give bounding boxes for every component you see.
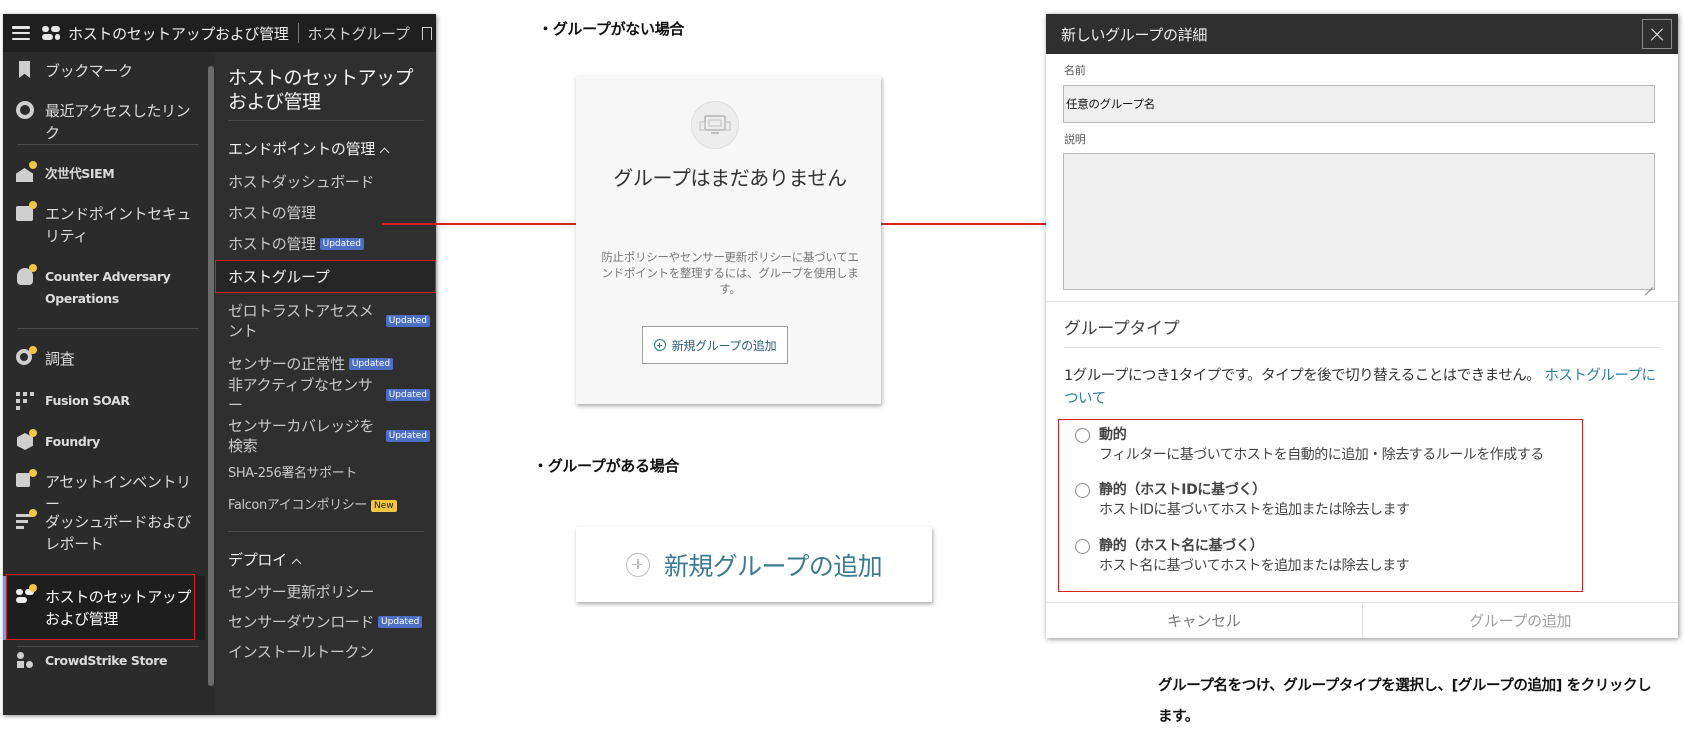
has-group-heading: ・グループがある場合: [533, 457, 680, 475]
nav-item-host-setup[interactable]: ホストのセットアップおよび管理: [3, 576, 205, 640]
host-setup-icon: [42, 25, 60, 41]
updated-badge: Updated: [348, 358, 394, 370]
group-deploy[interactable]: デプロイ: [228, 549, 302, 570]
endpoint-security-icon: [15, 201, 37, 223]
foundry-icon: [15, 429, 37, 451]
name-label: 名前: [1064, 64, 1086, 77]
nav-item-siem[interactable]: 次世代SIEM: [3, 161, 205, 185]
dialog-header: 新しいグループの詳細: [1046, 14, 1678, 54]
add-group-button[interactable]: 新規グループの追加: [642, 326, 788, 364]
flow-arrow-1: [382, 223, 576, 225]
group-endpoint-management[interactable]: エンドポイントの管理: [228, 138, 390, 159]
console-topbar: ホストのセットアップおよび管理 ホストグループ: [3, 14, 436, 52]
menu-icon[interactable]: [12, 26, 30, 40]
history-icon: [15, 100, 35, 120]
description-label: 説明: [1064, 133, 1086, 146]
group-type-description: 1グループにつき1タイプです。タイプを後で切り替えることはできません。 ホストグ…: [1064, 368, 1656, 407]
siem-icon: [15, 161, 37, 183]
nav-item-endpoint-security[interactable]: エンドポイントセキュリティ: [3, 201, 205, 247]
nav-item-foundry[interactable]: Foundry: [3, 429, 205, 453]
chevron-up-icon: [291, 558, 302, 569]
nav-host-dashboard[interactable]: ホストダッシュボード: [215, 170, 436, 194]
investigate-icon: [15, 346, 37, 368]
nav-item-store[interactable]: CrowdStrike Store: [3, 650, 205, 672]
nav-host-groups[interactable]: ホストグループ: [215, 260, 436, 293]
no-group-heading: ・グループがない場合: [538, 20, 685, 38]
bookmark-icon[interactable]: [421, 26, 432, 44]
updated-badge: Updated: [378, 616, 423, 628]
dialog-title: 新しいグループの詳細: [1061, 25, 1208, 44]
host-setup-icon: [15, 584, 37, 606]
resize-grip-icon[interactable]: [1644, 279, 1653, 288]
nav-item-bookmarks[interactable]: ブックマーク: [3, 60, 205, 82]
nav-item-recent[interactable]: 最近アクセスしたリンク: [3, 100, 205, 144]
counter-adversary-icon: [15, 264, 37, 286]
secondary-nav: ホストのセットアップおよび管理 エンドポイントの管理 ホストダッシュボード ホス…: [215, 52, 436, 715]
new-group-dialog: 新しいグループの詳細 名前 説明 グループタイプ 1グループにつき1タイプです。…: [1046, 14, 1678, 638]
chevron-up-icon: [379, 147, 390, 158]
updated-badge: Updated: [319, 238, 364, 250]
nav-inactive-sensors[interactable]: 非アクティブなセンサー Updated: [215, 376, 436, 414]
host-group-icon: [691, 101, 739, 149]
nav-item-fusion-soar[interactable]: Fusion SOAR: [3, 390, 205, 412]
add-group-submit-button[interactable]: グループの追加: [1361, 603, 1679, 638]
add-group-button-large[interactable]: 新規グループの追加: [576, 527, 932, 602]
group-description-input[interactable]: [1063, 153, 1655, 290]
breadcrumb[interactable]: ホストグループ: [308, 23, 410, 44]
updated-badge: Updated: [385, 430, 430, 442]
console-screenshot: ホストのセットアップおよび管理 ホストグループ ブックマーク 最近アクセスしたリ…: [3, 14, 436, 715]
dashboard-icon: [15, 509, 37, 531]
nav-scrollbar-thumb[interactable]: [208, 66, 214, 686]
nav-item-counter-adversary[interactable]: Counter Adversary Operations: [3, 264, 205, 310]
dialog-footer: キャンセル グループの追加: [1046, 602, 1678, 638]
fusion-soar-icon: [15, 390, 35, 410]
group-type-title: グループタイプ: [1064, 319, 1180, 339]
radio-button[interactable]: [1075, 539, 1090, 554]
option-dynamic[interactable]: 動的 フィルターに基づいてホストを自動的に追加・除去するルールを作成する: [1075, 425, 1544, 465]
close-icon[interactable]: [1642, 19, 1672, 49]
store-icon: [15, 650, 35, 670]
asset-inventory-icon: [15, 469, 37, 491]
radio-button[interactable]: [1075, 428, 1090, 443]
nav-host-management-updated[interactable]: ホストの管理 Updated: [215, 232, 436, 256]
plus-circle-icon: [625, 552, 650, 577]
option-static-host-name[interactable]: 静的（ホスト名に基づく） ホスト名に基づいてホストを追加または除去します: [1075, 536, 1410, 576]
section-title: ホストのセットアップおよび管理: [228, 67, 414, 113]
new-badge: New: [370, 500, 397, 512]
empty-state-title: グループはまだありません: [613, 166, 847, 190]
primary-nav: ブックマーク 最近アクセスしたリンク 次世代SIEM エンドポイントセキュリティ…: [3, 52, 209, 715]
radio-button[interactable]: [1075, 483, 1090, 498]
cancel-button[interactable]: キャンセル: [1046, 603, 1362, 638]
nav-item-dashboards[interactable]: ダッシュボードおよびレポート: [3, 509, 205, 555]
nav-host-management[interactable]: ホストの管理: [215, 201, 436, 225]
nav-sensor-download[interactable]: センサーダウンロード Updated: [215, 610, 436, 634]
group-name-input[interactable]: [1063, 85, 1655, 123]
nav-sensor-health[interactable]: センサーの正常性 Updated: [215, 352, 436, 376]
plus-circle-icon: [653, 339, 666, 351]
instruction-caption: グループ名をつけ、グループタイプを選択し、[グループの追加] をクリックします。: [1158, 678, 1652, 725]
nav-sha256[interactable]: SHA-256署名サポート: [215, 462, 436, 486]
empty-state-description: 防止ポリシーやセンサー更新ポリシーに基づいてエンドポイントを整理するには、グルー…: [601, 250, 859, 296]
nav-zero-trust[interactable]: ゼロトラストアセスメント Updated: [215, 299, 436, 343]
updated-badge: Updated: [385, 389, 430, 401]
bookmark-icon: [15, 60, 35, 80]
nav-install-token[interactable]: インストールトークン: [215, 640, 436, 664]
nav-falcon-icon-policy[interactable]: Falconアイコンポリシー New: [215, 494, 436, 518]
nav-sensor-update-policy[interactable]: センサー更新ポリシー: [215, 580, 436, 604]
updated-badge: Updated: [385, 315, 430, 327]
app-title: ホストのセットアップおよび管理: [68, 24, 289, 43]
nav-item-investigate[interactable]: 調査: [3, 346, 205, 370]
nav-sensor-coverage[interactable]: センサーカバレッジを検索 Updated: [215, 414, 436, 458]
option-static-host-id[interactable]: 静的（ホストIDに基づく） ホストIDに基づいてホストを追加または除去します: [1075, 480, 1410, 520]
